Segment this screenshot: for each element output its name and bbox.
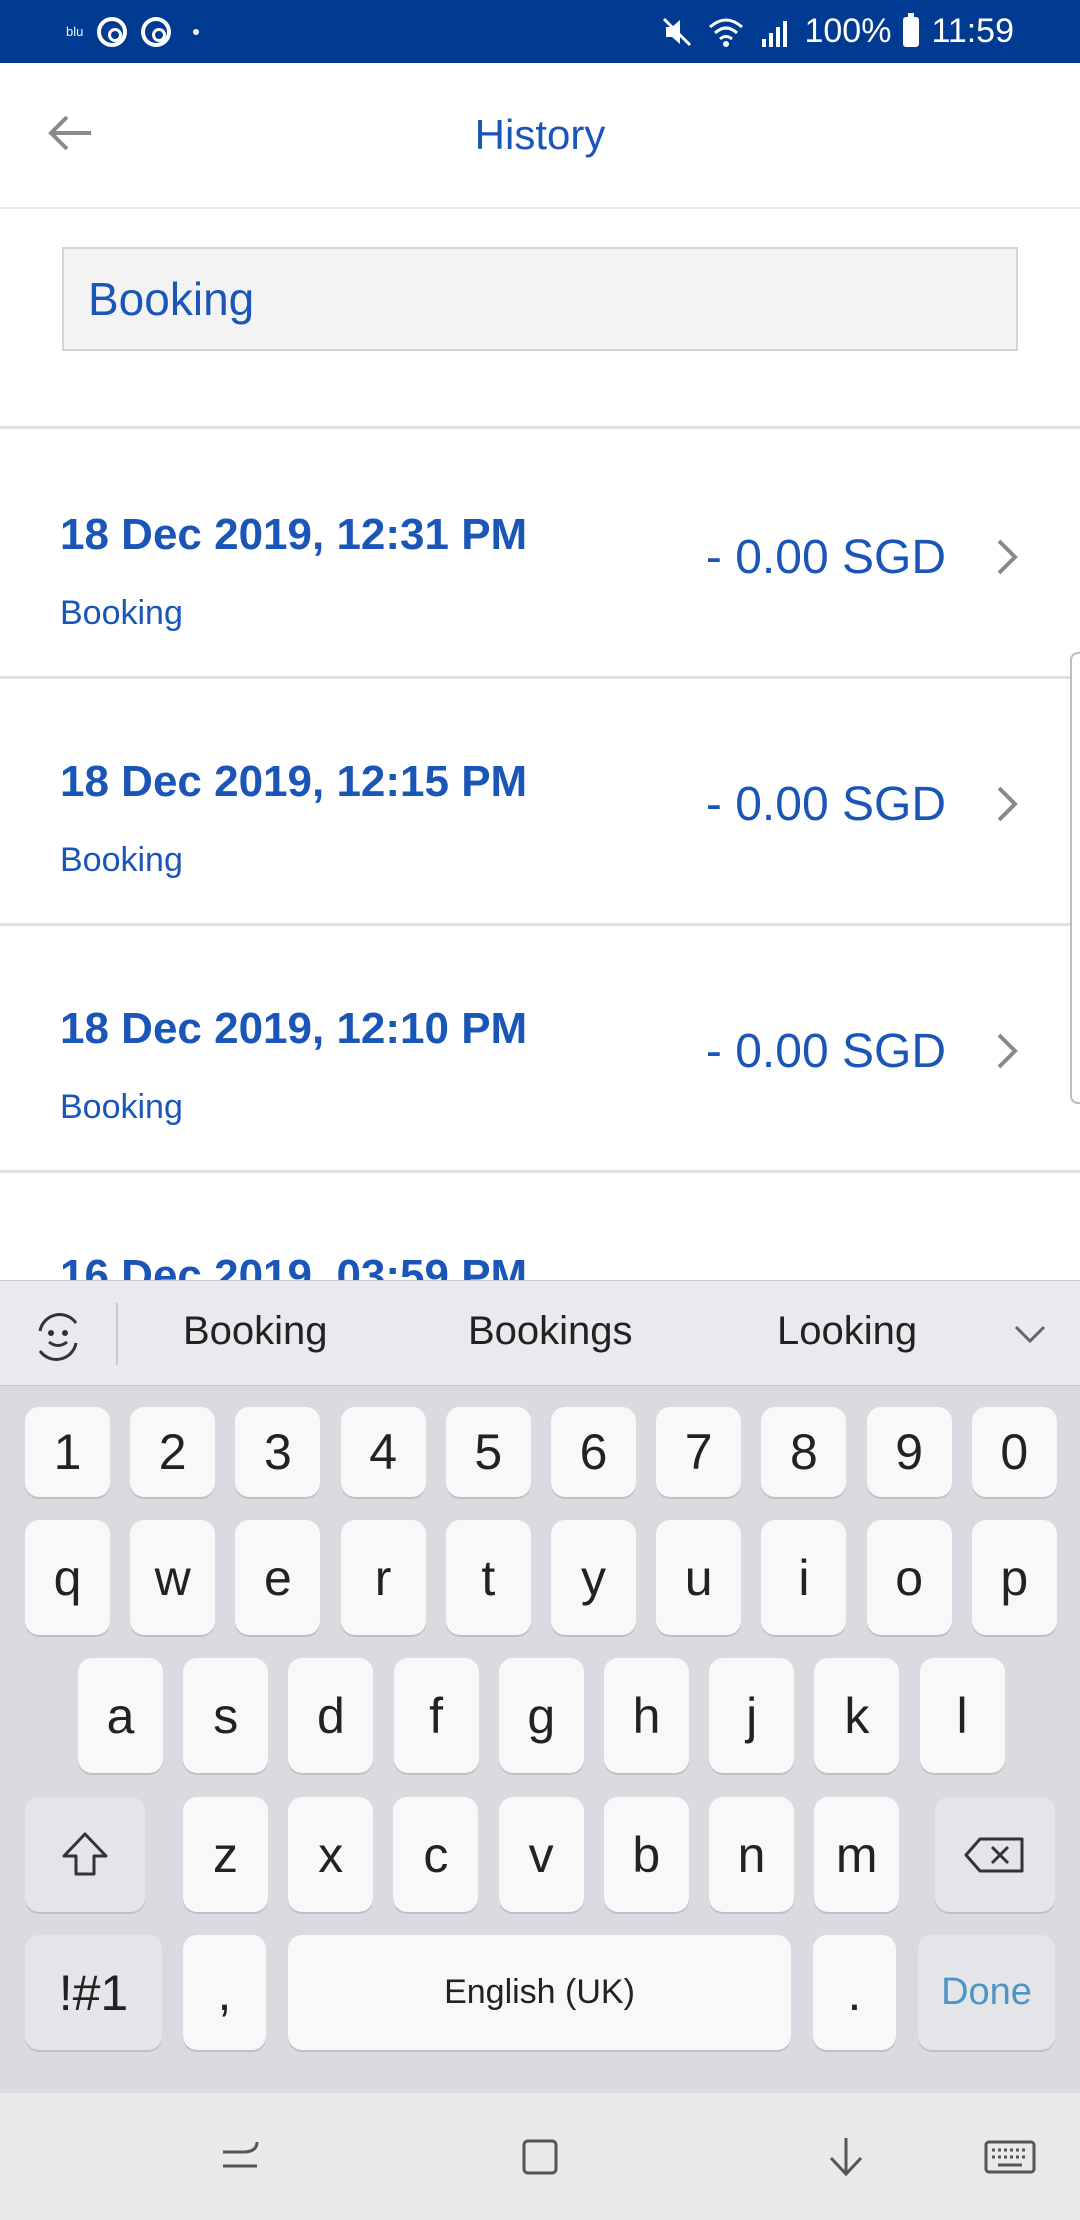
key-o[interactable]: o: [866, 1520, 952, 1635]
key-z[interactable]: z: [183, 1797, 268, 1912]
transaction-date: 18 Dec 2019, 12:10 PM: [60, 1004, 528, 1053]
transaction-amount: - 0.00 SGD: [705, 778, 946, 831]
backspace-key[interactable]: [935, 1797, 1055, 1912]
key-1[interactable]: 1: [25, 1407, 110, 1497]
divider: [116, 1303, 118, 1365]
keyboard-icon: [984, 2140, 1036, 2174]
key-5[interactable]: 5: [445, 1407, 531, 1497]
recents-icon: [223, 2141, 259, 2168]
home-icon: [522, 2139, 558, 2175]
key-8[interactable]: 8: [761, 1407, 847, 1497]
battery-percent: 100%: [804, 12, 892, 50]
wifi-icon: [709, 18, 744, 47]
keyboard-switch-button[interactable]: [978, 2125, 1042, 2189]
clock: 11:59: [931, 12, 1014, 50]
suggestion-2[interactable]: Bookings: [468, 1309, 633, 1354]
key-b[interactable]: b: [603, 1797, 689, 1912]
key-g[interactable]: g: [498, 1658, 584, 1773]
transaction-type: Booking: [60, 841, 183, 879]
suggestion-bar: Booking Bookings Looking: [0, 1280, 1080, 1386]
key-d[interactable]: d: [288, 1658, 374, 1773]
key-e[interactable]: e: [235, 1520, 321, 1635]
chevron-right-icon: [997, 1033, 1018, 1069]
battery-icon: [903, 12, 920, 47]
backspace-icon: [964, 1837, 1024, 1872]
key-a[interactable]: a: [78, 1658, 163, 1773]
suggestion-3[interactable]: Looking: [777, 1309, 917, 1354]
chevron-right-icon: [997, 539, 1018, 575]
key-9[interactable]: 9: [866, 1407, 952, 1497]
key-c[interactable]: c: [393, 1797, 479, 1912]
chevron-right-icon: [997, 786, 1018, 822]
shift-icon: [62, 1832, 108, 1875]
key-0[interactable]: 0: [971, 1407, 1057, 1497]
recent-apps-button[interactable]: [208, 2125, 272, 2189]
key-r[interactable]: r: [340, 1520, 426, 1635]
history-row[interactable]: 18 Dec 2019, 12:10 PM Booking - 0.00 SGD: [0, 926, 1080, 1173]
key-y[interactable]: y: [551, 1520, 636, 1635]
key-4[interactable]: 4: [340, 1407, 426, 1497]
transaction-amount: - 0.00 SGD: [705, 1025, 946, 1078]
history-list: 18 Dec 2019, 12:31 PM Booking - 0.00 SGD 18…: [0, 432, 1080, 1280]
key-f[interactable]: f: [393, 1658, 479, 1773]
history-row[interactable]: 16 Dec 2019, 03:59 PMBooking- 0.00 SGD: [0, 1173, 1080, 1280]
emoji-icon: [38, 1313, 78, 1361]
comma-key[interactable]: ,: [183, 1935, 266, 2050]
shift-key[interactable]: [25, 1797, 145, 1912]
suggestion-1[interactable]: Booking: [183, 1309, 328, 1354]
history-row[interactable]: 18 Dec 2019, 12:15 PM Booking - 0.00 SGD: [0, 679, 1080, 926]
key-q[interactable]: q: [25, 1520, 110, 1635]
page-title: History: [474, 111, 606, 158]
transaction-type: Booking: [60, 594, 183, 632]
key-s[interactable]: s: [183, 1658, 269, 1773]
space-key[interactable]: English (UK): [288, 1935, 791, 2050]
transaction-amount: - 0.00 SGD: [705, 531, 946, 584]
scrollbar[interactable]: [1070, 652, 1080, 1104]
key-i[interactable]: i: [761, 1520, 847, 1635]
signal-icon: [762, 20, 788, 47]
back-nav-button[interactable]: [814, 2125, 878, 2189]
done-key[interactable]: Done: [918, 1935, 1055, 2050]
carrier-label: blu: [66, 24, 84, 39]
key-h[interactable]: h: [604, 1658, 689, 1773]
key-p[interactable]: p: [971, 1520, 1057, 1635]
key-v[interactable]: v: [498, 1797, 584, 1912]
key-6[interactable]: 6: [551, 1407, 636, 1497]
history-row[interactable]: 18 Dec 2019, 12:31 PM Booking - 0.00 SGD: [0, 432, 1080, 679]
chevron-down-icon[interactable]: [1010, 1315, 1050, 1355]
key-n[interactable]: n: [709, 1797, 794, 1912]
transaction-date: 16 Dec 2019, 03:59 PM: [60, 1251, 528, 1280]
navigation-bar: [0, 2093, 1080, 2220]
key-w[interactable]: w: [130, 1520, 216, 1635]
key-m[interactable]: m: [814, 1797, 900, 1912]
key-l[interactable]: l: [919, 1658, 1005, 1773]
search-section: [0, 209, 1080, 429]
notification-dot-icon: [193, 28, 200, 35]
key-j[interactable]: j: [709, 1658, 795, 1773]
mute-icon: [663, 17, 692, 46]
sync-icon: [97, 16, 128, 47]
transaction-amount: - 0.00 SGD: [706, 1271, 946, 1280]
hide-keyboard-arrow-icon: [829, 2138, 863, 2177]
key-2[interactable]: 2: [130, 1407, 216, 1497]
transaction-date: 18 Dec 2019, 12:31 PM: [60, 510, 528, 559]
key-u[interactable]: u: [656, 1520, 742, 1635]
transaction-date: 18 Dec 2019, 12:15 PM: [60, 757, 528, 806]
transaction-type: Booking: [60, 1088, 183, 1126]
status-bar: blu 100% 11:59: [0, 0, 1080, 63]
home-button[interactable]: [508, 2125, 572, 2189]
keyboard: Booking Bookings Looking 1234567890 qwert…: [0, 1280, 1080, 2093]
period-key[interactable]: .: [813, 1935, 896, 2050]
symbols-key[interactable]: !#1: [25, 1935, 162, 2050]
search-input[interactable]: [62, 247, 1018, 351]
key-k[interactable]: k: [814, 1658, 900, 1773]
app-header: History: [0, 63, 1080, 209]
key-3[interactable]: 3: [235, 1407, 321, 1497]
emoji-button[interactable]: [28, 1307, 88, 1367]
sync-icon: [141, 16, 172, 47]
key-7[interactable]: 7: [656, 1407, 742, 1497]
key-t[interactable]: t: [445, 1520, 531, 1635]
key-x[interactable]: x: [288, 1797, 374, 1912]
